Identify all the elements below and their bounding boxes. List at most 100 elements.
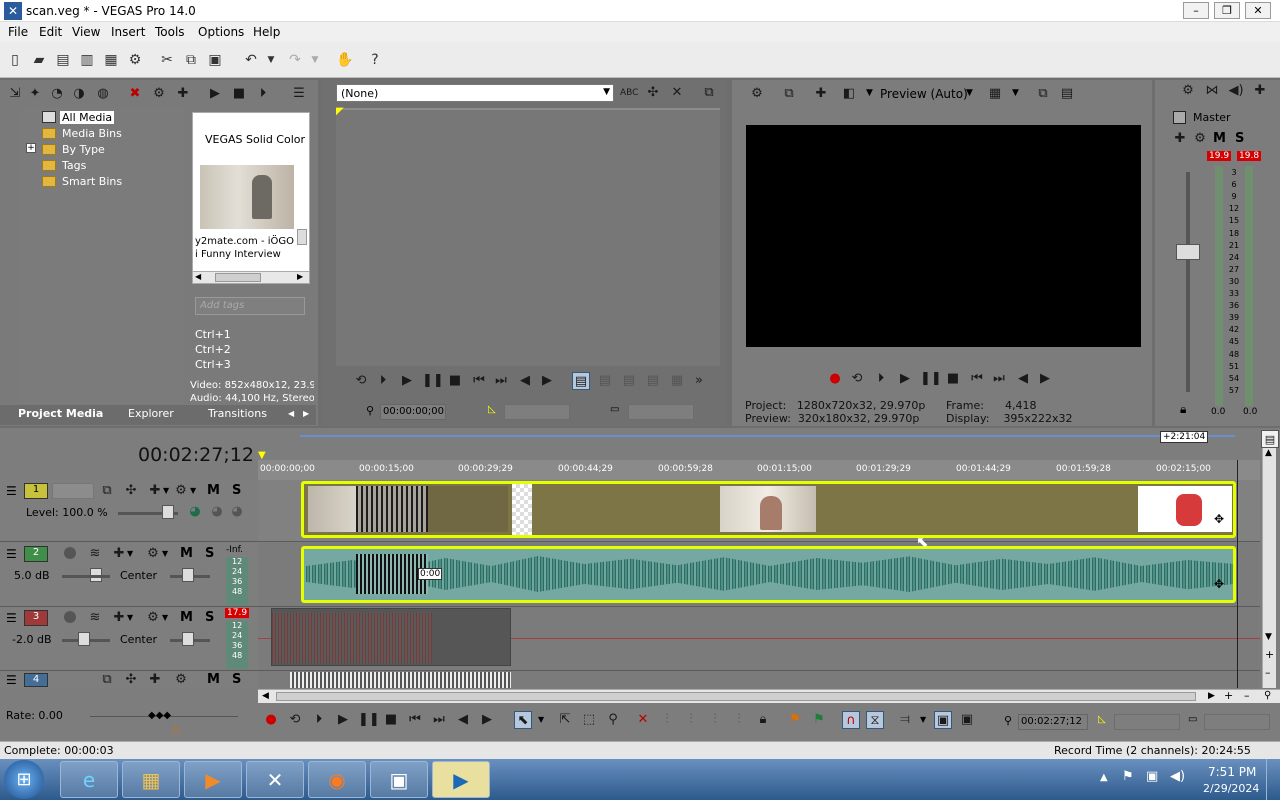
taskbar-media-player-icon[interactable]: ▶	[184, 761, 242, 798]
grid-icon[interactable]: ▦	[986, 85, 1004, 103]
track-collapse-icon[interactable]: ☰	[6, 547, 17, 561]
copy-snapshot-icon[interactable]: ⧉	[1034, 85, 1052, 103]
external-monitor-icon[interactable]: ⧉	[780, 85, 798, 103]
go-end-icon[interactable]: ⏭	[492, 372, 510, 390]
master-fader[interactable]	[1176, 244, 1200, 260]
redo-dropdown-icon[interactable]: ▼	[306, 51, 324, 69]
play-media-icon[interactable]: ▶	[206, 85, 224, 103]
save-icon[interactable]: ▤	[54, 51, 72, 69]
track-1-mute-button[interactable]: M	[207, 483, 220, 498]
next-frame-icon[interactable]: ▶	[1036, 370, 1054, 388]
pan-slider-thumb[interactable]	[182, 632, 194, 646]
stop-media-icon[interactable]: ■	[230, 85, 248, 103]
clock-time[interactable]: 7:51 PM	[1208, 765, 1256, 779]
tray-network-icon[interactable]: ▣	[1146, 769, 1158, 784]
cut-icon[interactable]: ✂	[158, 51, 176, 69]
preview-fx-icon[interactable]: ◧	[840, 85, 858, 103]
loop-icon[interactable]: ⟲	[352, 372, 370, 390]
add-to-timeline-icon[interactable]: ▤	[596, 372, 614, 390]
edit-tool-chevron-icon[interactable]: ▼	[538, 715, 544, 724]
track-compositing-icon[interactable]: ✚	[146, 671, 164, 689]
timeline-time-display[interactable]: 00:02:27;12	[138, 444, 254, 466]
tab-project-media[interactable]: Project Media	[18, 407, 103, 420]
undo-icon[interactable]: ↶	[242, 51, 260, 69]
menu-insert[interactable]: Insert	[111, 25, 145, 39]
render-icon[interactable]: ▦	[102, 51, 120, 69]
track-gear-chevron-icon[interactable]: ▼	[190, 486, 196, 495]
selection-tool-icon[interactable]: ⬚	[580, 711, 598, 729]
track-gear-icon[interactable]: ⚙	[144, 545, 162, 563]
track-motion-icon[interactable]: ⧉	[98, 482, 116, 500]
timeline-vscroll[interactable]: ▲ ▼ + –	[1262, 448, 1276, 688]
menu-options[interactable]: Options	[198, 25, 244, 39]
clock-date[interactable]: 2/29/2024	[1203, 782, 1259, 795]
track-4-event[interactable]	[290, 672, 511, 688]
tab-transitions[interactable]: Transitions	[208, 407, 267, 420]
preview-screen[interactable]	[746, 125, 1141, 347]
capture-icon[interactable]: ✦	[26, 85, 44, 103]
preview-settings-gear-icon[interactable]: ⚙	[748, 85, 766, 103]
in-point-field[interactable]	[504, 404, 570, 420]
more-icon[interactable]: »	[690, 372, 708, 390]
pause-icon[interactable]: ❚❚	[920, 370, 942, 388]
scroll-down-icon[interactable]: ▼	[1265, 632, 1272, 642]
play-icon[interactable]: ▶	[398, 372, 416, 390]
clip-move-cursor-icon[interactable]: ✥	[1214, 577, 1224, 591]
taskbar-explorer-icon[interactable]: ▦	[122, 761, 180, 798]
arm-record-icon[interactable]	[64, 547, 76, 559]
scroll-up-icon[interactable]: ▲	[1265, 448, 1272, 458]
next-frame-icon[interactable]: ▶	[478, 711, 496, 729]
web-icon[interactable]: ◍	[94, 85, 112, 103]
scroll-right-icon[interactable]: ▶	[1208, 691, 1215, 701]
properties-gear-icon[interactable]: ⚙	[126, 51, 144, 69]
track-compositing-chevron-icon[interactable]: ▼	[163, 486, 169, 495]
trimmer-dropdown[interactable]: (None) ▼	[336, 84, 614, 102]
prev-frame-icon[interactable]: ◀	[516, 372, 534, 390]
preview-quality-dropdown-icon[interactable]: ▼	[866, 88, 873, 98]
timeline-options-icon[interactable]: ▤	[1261, 430, 1279, 448]
track-header-3[interactable]: ☰ 3 ≋ ✚ ▼ ⚙ ▼ M S 17.9 12 24 36 48 -2.0 dB …	[0, 607, 258, 671]
timeline-ruler[interactable]: 00:00:00;00 00:00:15;00 00:00:29;29 00:00:4…	[258, 460, 1260, 480]
menu-view[interactable]: View	[72, 25, 100, 39]
import-media-icon[interactable]: ⇲	[6, 85, 24, 103]
start-button[interactable]: ⊞	[4, 760, 44, 799]
extract-audio-icon[interactable]: ◑	[70, 85, 88, 103]
media-list-hscroll[interactable]: ◀ ▶	[193, 271, 309, 283]
trim-mode-icon[interactable]: ▤	[572, 372, 590, 390]
track-header-4[interactable]: ☰ 4 ⧉ ✣ ✚ ⚙ M S	[0, 671, 258, 688]
preview-quality-chevron-icon[interactable]: ▼	[966, 88, 973, 98]
level-slider-thumb[interactable]	[162, 505, 174, 519]
tab-scroll-left-icon[interactable]: ◀	[288, 409, 294, 418]
add-after-icon[interactable]: ▤	[620, 372, 638, 390]
ripple-edit-icon[interactable]: ⫤	[896, 711, 914, 729]
track-3-solo-button[interactable]: S	[205, 610, 214, 625]
pause-icon[interactable]: ❚❚	[358, 711, 380, 729]
track-header-2[interactable]: ☰ 2 ≋ ✚ ▼ ⚙ ▼ M S -Inf. 12 24 36 48 5.0 dB …	[0, 543, 258, 607]
downmix-icon[interactable]: ⋈	[1203, 82, 1221, 100]
rate-slider-thumb[interactable]: ◆◆◆	[148, 710, 171, 721]
zoom-out-tracks-icon[interactable]: –	[1265, 666, 1271, 679]
lock-envelopes-icon[interactable]: ▣	[934, 711, 952, 729]
new-project-icon[interactable]: ▯	[6, 51, 24, 69]
hscroll-thumb[interactable]	[276, 692, 1196, 701]
pause-icon[interactable]: ❚❚	[422, 372, 444, 390]
split-icon[interactable]: ⫶	[706, 711, 724, 729]
length-field[interactable]	[628, 404, 694, 420]
tab-explorer[interactable]: Explorer	[128, 407, 174, 420]
stop-icon[interactable]: ■	[944, 370, 962, 388]
normal-edit-tool-icon[interactable]: ⬉	[514, 711, 532, 729]
trimmer-timecode[interactable]: 00:00:00;00	[380, 404, 446, 420]
media-list-scrollbar[interactable]	[297, 229, 307, 245]
menu-edit[interactable]: Edit	[39, 25, 62, 39]
ripple-chevron-icon[interactable]: ▼	[920, 715, 926, 724]
selection-start-field[interactable]	[1114, 714, 1180, 730]
save-snapshot-icon[interactable]: ▤	[1058, 85, 1076, 103]
tab-scroll-right-icon[interactable]: ▶	[303, 409, 309, 418]
tree-item-tags[interactable]: Tags	[62, 159, 86, 172]
taskbar-ie-icon[interactable]: e	[60, 761, 118, 798]
scroll-left-icon[interactable]: ◀	[195, 272, 201, 281]
track-collapse-icon[interactable]: ☰	[6, 611, 17, 625]
arm-record-icon[interactable]	[64, 611, 76, 623]
zoom-tool-icon[interactable]: ⚲	[1264, 690, 1271, 701]
invert-phase-icon[interactable]: ≋	[86, 545, 104, 563]
